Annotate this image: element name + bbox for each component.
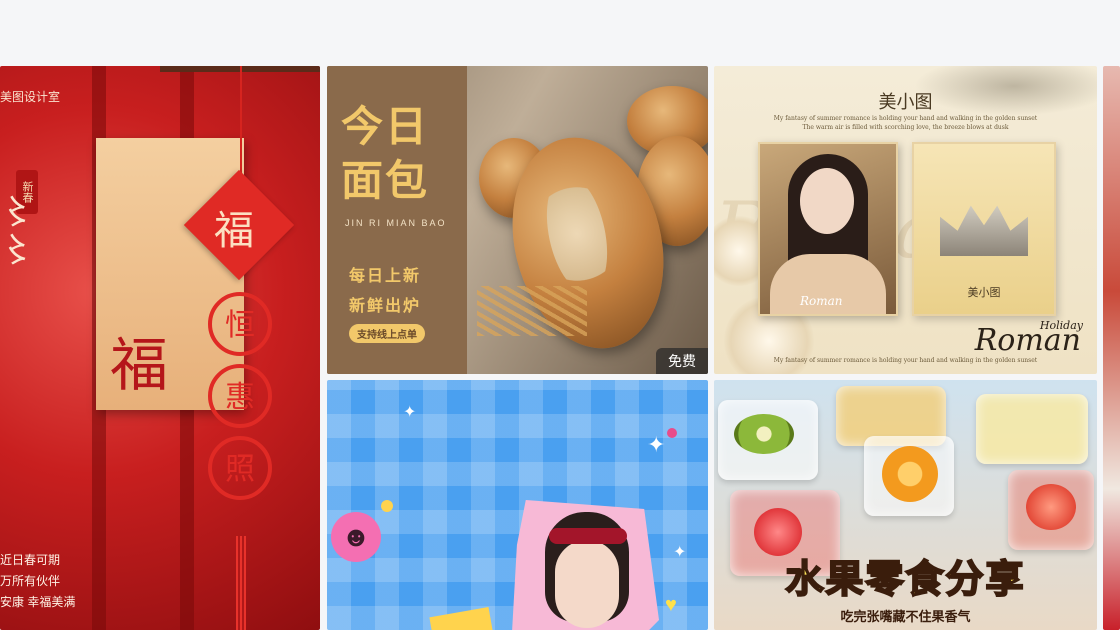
template-card-roman[interactable]: Roman 美小图 My fantasy of summer romance i… [714,66,1097,374]
wheat-decoration [477,286,587,336]
greeting-text: 近日春可期 万所有伙伴 安康 幸福美满 [0,550,75,613]
crown-icon [940,205,1028,256]
sparkle-icon: ✦ [403,404,417,421]
dot-decoration [667,428,677,438]
fruit-headline: 水果零食分享 [784,558,1026,602]
template-card-fruit[interactable]: 水果零食分享 吃完张嘴藏不住果香气 [714,380,1097,630]
roman-signature: Roman [974,323,1081,358]
fine-print: The warm air is filled with scorching lo… [802,124,1009,131]
vertical-decor-text: 〻〻 [0,194,34,270]
bread-title: 今日面包 [341,102,430,205]
template-card-blue[interactable]: ✦ ✦ ✦ ☻ ♥ [327,380,708,630]
kiwi-slice [734,414,794,454]
red-string [240,66,242,186]
crown-card-label: 美小图 [967,286,1001,299]
diamond-fu-text: 福 [214,208,254,254]
tassel [236,536,246,630]
jelly-cube [976,394,1088,464]
bread-pinyin: JIN RI MIAN BAO [345,218,447,228]
fruit-subline: 吃完张嘴藏不住果香气 [840,609,971,624]
fine-print: My fantasy of summer romance is holding … [773,115,1038,122]
portrait-face [555,540,619,628]
dot-decoration [381,500,393,512]
bread-slogan: 每日上新 新鲜出炉 [349,262,421,322]
heart-icon: ♥ [665,594,677,616]
greeting-line: 万所有伙伴 [0,574,61,588]
smiley-icon: ☻ [331,512,381,562]
sparkle-icon: ✦ [673,544,687,561]
greeting-line: 近日春可期 [0,553,61,567]
coin-ornament: 惠 [208,364,272,428]
ribbon-banner [429,606,493,630]
sparkle-icon: ✦ [647,432,666,457]
greeting-line: 安康 幸福美满 [0,595,76,609]
fine-print: My fantasy of summer romance is holding … [773,357,1038,364]
orange-slice [882,446,938,502]
coin-ornament: 恒 [208,292,272,356]
template-card-new-year[interactable]: 美图设计室 新春 〻〻 福 福 恒 惠 照 近日春可期 万所有伙伴 安康 幸福美… [0,66,320,630]
portrait-face [800,168,854,234]
slogan-line: 新鲜出炉 [349,298,422,315]
top-bar [0,0,1120,64]
photo-signature: Roman [800,294,843,308]
roman-title: 美小图 [878,92,933,113]
brand-label: 美图设计室 [0,90,61,104]
strawberry [1026,484,1076,530]
template-card-bread[interactable]: 今日面包 JIN RI MIAN BAO 每日上新 新鲜出炉 支持线上点单 免费 [327,66,708,374]
crown-card: 美小图 [912,142,1056,316]
portrait-photo [511,500,659,630]
fu-calligraphy: 福 [110,331,169,399]
free-badge: 免费 [656,348,708,374]
online-order-pill: 支持线上点单 [349,324,425,343]
portrait-photo: Roman [758,142,898,316]
sunglasses [549,528,627,544]
slogan-line: 每日上新 [349,268,422,285]
coin-ornament: 照 [208,436,272,500]
template-card-partial[interactable] [1103,66,1120,630]
